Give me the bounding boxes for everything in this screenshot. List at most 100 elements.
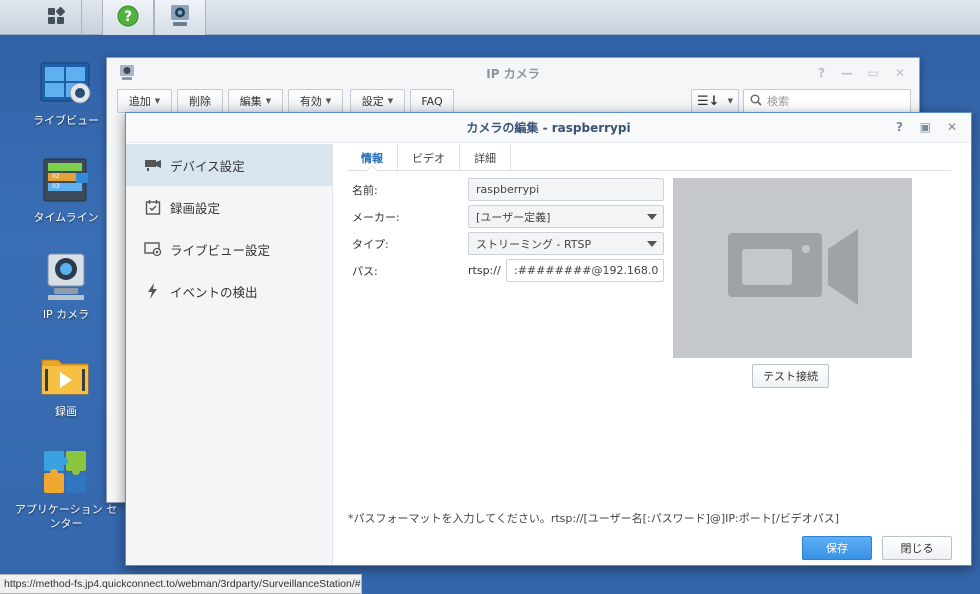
svg-text:02: 02	[52, 173, 60, 180]
desktop-icon-label: アプリケーション センター	[14, 503, 118, 530]
dialog-main: 情報 ビデオ 詳細 名前: raspberrypi メーカー: [ユーザー定義]…	[334, 144, 971, 565]
save-label: 保存	[826, 542, 848, 555]
caret-down-icon: ▼	[154, 97, 161, 105]
dialog-titlebar: カメラの編集 - raspberrypi ? ▣ ✕	[126, 113, 971, 143]
lightning-icon	[144, 282, 162, 300]
tab-video[interactable]: ビデオ	[398, 144, 460, 171]
window-title: IP カメラ	[486, 66, 540, 81]
form-row-name: 名前: raspberrypi	[352, 178, 672, 201]
sidebar-item-event-detection[interactable]: イベントの検出	[126, 270, 332, 312]
dialog-sidebar: デバイス設定 録画設定 ライブビュー設定 イベントの検出	[126, 144, 333, 565]
path-input[interactable]: :########@192.168.0	[506, 259, 664, 282]
name-value: raspberrypi	[476, 183, 540, 196]
dialog-title: カメラの編集 - raspberrypi	[466, 121, 631, 135]
sidebar-item-label: イベントの検出	[170, 284, 258, 300]
form-row-maker: メーカー: [ユーザー定義]	[352, 205, 672, 228]
maximize-icon[interactable]: ▣	[920, 120, 931, 134]
video-camera-icon	[727, 228, 858, 308]
camera-app-icon	[119, 64, 135, 85]
tab-bar: 情報 ビデオ 詳細	[347, 144, 951, 172]
calendar-icon	[144, 198, 162, 216]
name-label: 名前:	[352, 183, 378, 197]
maker-label: メーカー:	[352, 210, 400, 224]
svg-text:03: 03	[52, 183, 60, 190]
sort-button[interactable]: ☰↓ ▼	[691, 89, 739, 113]
sidebar-item-device-settings[interactable]: デバイス設定	[126, 144, 332, 186]
test-connection-button[interactable]: テスト接続	[752, 364, 829, 388]
edit-label: 編集	[239, 95, 262, 108]
search-icon	[750, 94, 762, 109]
monitor-icon	[144, 240, 162, 258]
save-button[interactable]: 保存	[802, 536, 872, 560]
desktop-icon-label: 録画	[55, 405, 77, 418]
maximize-icon[interactable]: ▭	[868, 66, 879, 80]
search-placeholder: 検索	[767, 95, 789, 108]
tab-advanced[interactable]: 詳細	[460, 144, 511, 171]
sidebar-item-label: デバイス設定	[170, 158, 245, 174]
desktop-icon-timeline[interactable]: 02 03 タイムライン	[11, 157, 121, 225]
settings-label: 設定	[361, 95, 384, 108]
caret-down-icon: ▼	[387, 97, 394, 105]
minimize-icon[interactable]: —	[841, 66, 853, 80]
sidebar-item-label: 録画設定	[170, 200, 221, 216]
test-button-label: テスト接続	[763, 370, 818, 383]
enable-button[interactable]: 有効 ▼	[288, 89, 343, 113]
sort-icon: ☰↓	[697, 93, 720, 109]
camera-icon	[144, 156, 162, 174]
help-icon: ?	[117, 5, 139, 30]
surveillance-station-button[interactable]	[154, 0, 206, 35]
path-format-hint: *パスフォーマットを入力してください。rtsp://[ユーザー名[:パスワード]…	[348, 512, 840, 525]
close-label: 閉じる	[900, 542, 934, 555]
path-label: パス:	[352, 264, 378, 278]
recording-icon	[40, 351, 92, 399]
form-row-path: パス: rtsp:// :########@192.168.0	[352, 259, 672, 282]
close-button[interactable]: 閉じる	[882, 536, 952, 560]
timeline-icon: 02 03	[40, 157, 92, 205]
name-field[interactable]: raspberrypi	[468, 178, 664, 201]
sidebar-item-liveview-settings[interactable]: ライブビュー設定	[126, 228, 332, 270]
puzzle-icon	[40, 449, 92, 497]
tab-label: ビデオ	[412, 151, 445, 165]
caret-down-icon: ▼	[325, 97, 332, 105]
enable-label: 有効	[299, 95, 322, 108]
desktop-icon-liveview[interactable]: ライブビュー	[11, 60, 121, 128]
tab-label: 情報	[361, 151, 383, 165]
close-icon[interactable]: ✕	[895, 66, 905, 80]
edit-button[interactable]: 編集 ▼	[228, 89, 283, 113]
help-icon[interactable]: ?	[818, 66, 825, 80]
help-icon[interactable]: ?	[896, 120, 903, 134]
window-titlebar: IP カメラ ? — ▭ ✕	[107, 58, 919, 88]
settings-button[interactable]: 設定 ▼	[350, 89, 405, 113]
main-menu-button[interactable]	[30, 0, 82, 35]
type-value: ストリーミング - RTSP	[476, 237, 592, 251]
camera-preview	[673, 178, 912, 358]
desktop-icon-label: IP カメラ	[42, 308, 90, 321]
tab-info[interactable]: 情報	[347, 144, 398, 172]
desktop-icon-label: ライブビュー	[33, 114, 99, 127]
desktop-icon-ipcamera[interactable]: IP カメラ	[11, 253, 121, 322]
desktop-icon-app-center[interactable]: アプリケーション センター	[11, 449, 121, 531]
caret-down-icon: ▼	[727, 97, 733, 105]
delete-button[interactable]: 削除	[177, 89, 223, 113]
form-row-type: タイプ: ストリーミング - RTSP	[352, 232, 672, 255]
sidebar-item-label: ライブビュー設定	[170, 242, 271, 258]
dropdown-arrow-icon	[647, 214, 657, 220]
edit-camera-dialog: カメラの編集 - raspberrypi ? ▣ ✕ デバイス設定 録画設定 ラ…	[125, 112, 972, 566]
tab-label: 詳細	[474, 151, 496, 165]
search-input[interactable]: 検索	[743, 89, 911, 113]
type-label: タイプ:	[352, 237, 389, 251]
svg-text:?: ?	[124, 9, 132, 25]
maker-select[interactable]: [ユーザー定義]	[468, 205, 664, 228]
type-select[interactable]: ストリーミング - RTSP	[468, 232, 664, 255]
caret-down-icon: ▼	[265, 97, 272, 105]
add-label: 追加	[128, 95, 151, 108]
help-button[interactable]: ?	[102, 0, 154, 35]
maker-value: [ユーザー定義]	[476, 210, 551, 224]
grid-icon	[46, 6, 66, 29]
faq-button[interactable]: FAQ	[410, 89, 454, 113]
add-button[interactable]: 追加 ▼	[117, 89, 172, 113]
camera-app-icon	[169, 4, 191, 31]
sidebar-item-recording-settings[interactable]: 録画設定	[126, 186, 332, 228]
close-icon[interactable]: ✕	[947, 120, 957, 134]
desktop-icon-recording[interactable]: 録画	[11, 351, 121, 419]
